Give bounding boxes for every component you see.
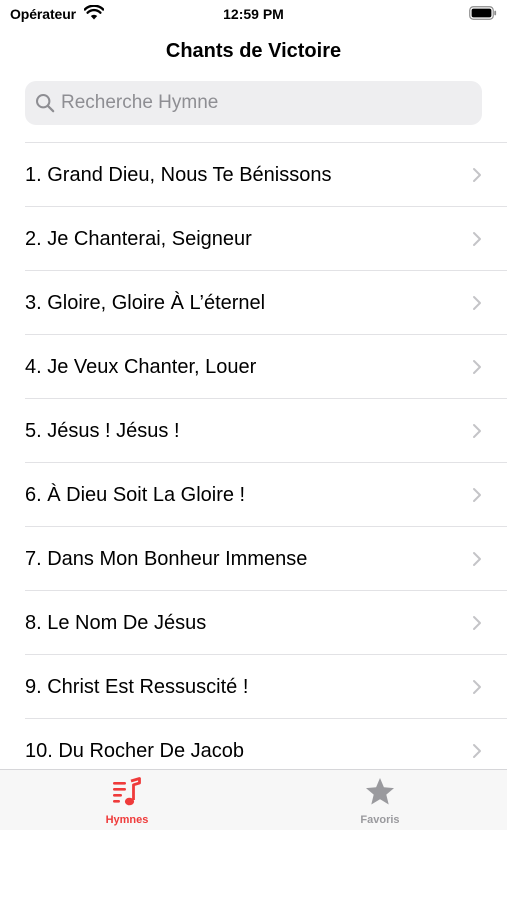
chevron-right-icon xyxy=(473,488,481,502)
status-bar: Opérateur 12:59 PM xyxy=(0,0,507,30)
list-item[interactable]: 4. Je Veux Chanter, Louer xyxy=(25,334,507,398)
hymn-title: 2. Je Chanterai, Seigneur xyxy=(25,228,252,250)
hymn-title: 10. Du Rocher De Jacob xyxy=(25,740,245,762)
list-item[interactable]: 6. À Dieu Soit La Gloire ! xyxy=(25,462,507,526)
tab-bar: Hymnes Favoris xyxy=(0,769,507,830)
list-item[interactable]: 8. Le Nom De Jésus xyxy=(25,590,507,654)
star-icon xyxy=(366,778,394,805)
tab-label: Favoris xyxy=(360,814,400,826)
page-title: Chants de Victoire xyxy=(165,40,342,62)
tab-label: Hymnes xyxy=(105,814,149,826)
list-item[interactable]: 3. Gloire, Gloire À L’éternel xyxy=(25,270,507,334)
tab-favoris[interactable]: Favoris xyxy=(280,770,480,830)
list-item[interactable]: 2. Je Chanterai, Seigneur xyxy=(25,206,507,270)
status-time: 12:59 PM xyxy=(223,6,284,22)
chevron-right-icon xyxy=(473,296,481,310)
chevron-right-icon xyxy=(473,744,481,758)
chevron-right-icon xyxy=(473,360,481,374)
list-item[interactable]: 1. Grand Dieu, Nous Te Bénissons xyxy=(25,142,507,206)
list-item[interactable]: 10. Du Rocher De Jacob xyxy=(25,718,507,769)
chevron-right-icon xyxy=(473,232,481,246)
search-bar[interactable] xyxy=(25,81,482,125)
tab-hymnes[interactable]: Hymnes xyxy=(27,770,227,830)
hymn-title: 6. À Dieu Soit La Gloire ! xyxy=(25,484,246,506)
hymn-title: 9. Christ Est Ressuscité ! xyxy=(25,676,249,698)
search-icon xyxy=(36,94,55,113)
hymn-title: 3. Gloire, Gloire À L’éternel xyxy=(25,292,266,314)
chevron-right-icon xyxy=(473,680,481,694)
list-item[interactable]: 9. Christ Est Ressuscité ! xyxy=(25,654,507,718)
chevron-right-icon xyxy=(473,168,481,182)
battery-icon xyxy=(469,6,497,20)
music-list-icon xyxy=(113,777,141,806)
chevron-right-icon xyxy=(473,616,481,630)
hymn-title: 8. Le Nom De Jésus xyxy=(25,612,207,634)
list-item[interactable]: 5. Jésus ! Jésus ! xyxy=(25,398,507,462)
hymn-title: 5. Jésus ! Jésus ! xyxy=(25,420,180,442)
hymn-list[interactable]: 1. Grand Dieu, Nous Te Bénissons 2. Je C… xyxy=(0,142,507,769)
app-screen: Opérateur 12:59 PM Chants de Victoire 1.… xyxy=(0,0,507,900)
chevron-right-icon xyxy=(473,552,481,566)
search-input[interactable] xyxy=(61,81,471,125)
hymn-title: 4. Je Veux Chanter, Louer xyxy=(25,356,257,378)
hymn-title: 7. Dans Mon Bonheur Immense xyxy=(25,548,308,570)
chevron-right-icon xyxy=(473,424,481,438)
hymn-title: 1. Grand Dieu, Nous Te Bénissons xyxy=(25,164,332,186)
list-item[interactable]: 7. Dans Mon Bonheur Immense xyxy=(25,526,507,590)
